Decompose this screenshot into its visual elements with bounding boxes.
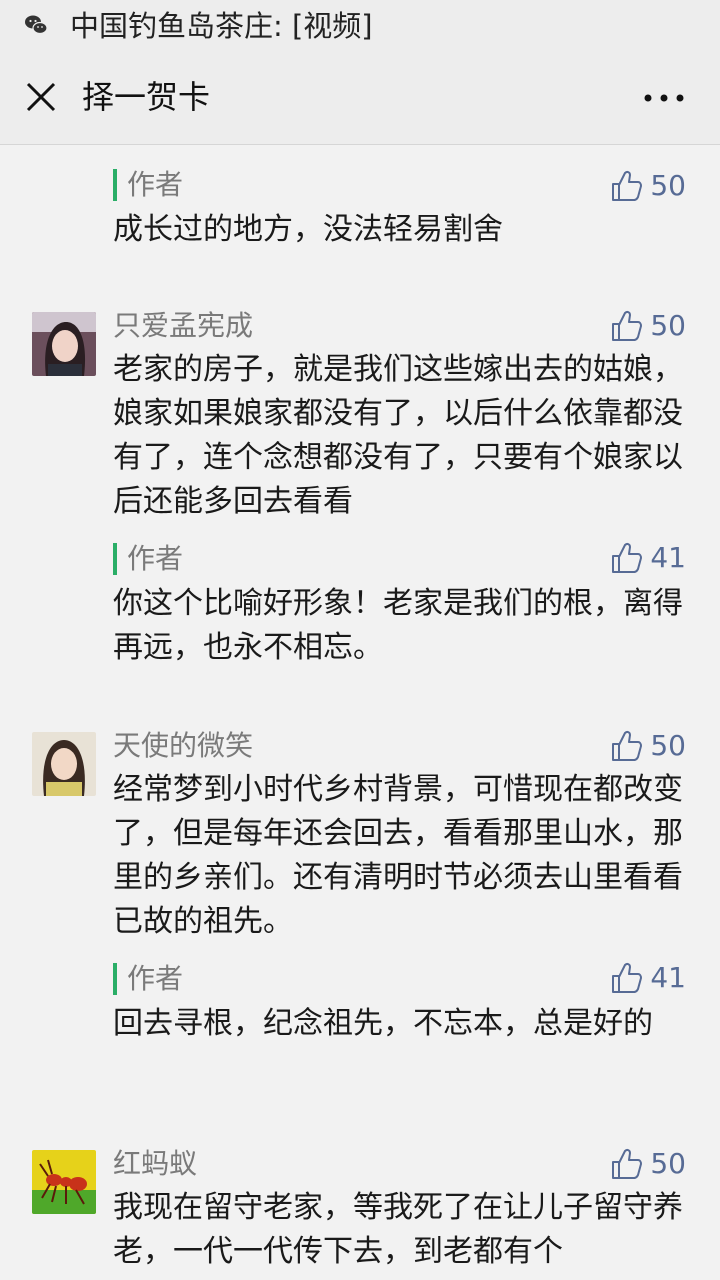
nickname: 红蚂蚁 xyxy=(113,1147,198,1180)
thumbs-up-icon xyxy=(612,730,643,761)
author-reply-label: 作者 xyxy=(113,963,183,995)
nickname: 天使的微笑 xyxy=(113,729,254,762)
wechat-icon xyxy=(25,15,48,35)
author-reply-label: 作者 xyxy=(113,543,183,575)
like-count: 41 xyxy=(650,961,686,994)
thumbs-up-icon xyxy=(612,170,643,201)
avatar[interactable] xyxy=(32,312,96,376)
reply-text: 回去寻根，纪念祖先，不忘本，总是好的 xyxy=(113,1006,653,1041)
like-button[interactable]: 41 xyxy=(610,538,686,578)
comment-text: 经常梦到小时代乡村背景，可惜现在都改变了，但是每年还会回去，看看那里山水，那里的… xyxy=(113,772,683,939)
reply-text: 成长过的地方，没法轻易割舍 xyxy=(113,212,503,247)
comment-text: 我现在留守老家，等我死了在让儿子留守养老，一代一代传下去，到老都有个 xyxy=(113,1190,683,1269)
like-button[interactable]: 50 xyxy=(610,306,686,346)
thumbs-up-icon xyxy=(612,962,643,993)
thumbs-up-icon xyxy=(612,542,643,573)
more-icon[interactable] xyxy=(640,78,688,118)
avatar[interactable] xyxy=(32,732,96,796)
like-button[interactable]: 50 xyxy=(610,726,686,766)
nickname: 只爱孟宪成 xyxy=(113,309,254,342)
notification-text: 中国钓鱼岛茶庄: [视频] xyxy=(70,9,373,43)
like-count: 50 xyxy=(650,1147,686,1180)
author-reply-label: 作者 xyxy=(113,169,183,201)
like-count: 50 xyxy=(650,169,686,202)
like-button[interactable]: 50 xyxy=(610,1144,686,1184)
thumbs-up-icon xyxy=(612,310,643,341)
like-count: 41 xyxy=(650,541,686,574)
close-icon[interactable] xyxy=(20,76,62,118)
like-count: 50 xyxy=(650,309,686,342)
nav-bar: 择一贺卡 xyxy=(0,52,720,145)
avatar[interactable] xyxy=(32,1150,96,1214)
reply-text: 你这个比喻好形象！老家是我们的根，离得再远，也永不相忘。 xyxy=(113,586,683,665)
status-bar: 中国钓鱼岛茶庄: [视频] xyxy=(0,0,720,52)
like-button[interactable]: 41 xyxy=(610,958,686,998)
page-title: 择一贺卡 xyxy=(82,78,211,116)
comment-text: 老家的房子，就是我们这些嫁出去的姑娘，娘家如果娘家都没有了，以后什么依靠都没有了… xyxy=(113,352,683,519)
like-button[interactable]: 50 xyxy=(610,166,686,206)
thumbs-up-icon xyxy=(612,1148,643,1179)
like-count: 50 xyxy=(650,729,686,762)
